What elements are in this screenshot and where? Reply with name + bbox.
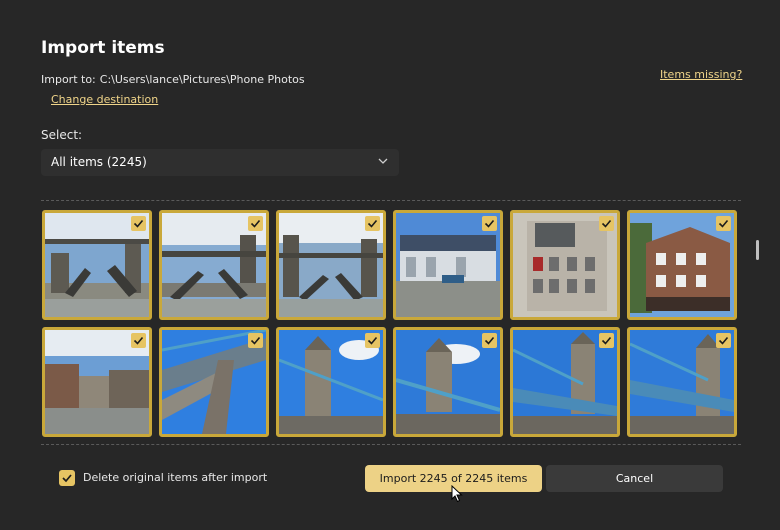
grid-bottom-divider [41, 444, 741, 445]
checkbox-icon[interactable] [365, 216, 380, 231]
thumbnail-item[interactable] [627, 210, 737, 320]
checkbox-icon[interactable] [716, 333, 731, 348]
thumbnail-item[interactable] [510, 210, 620, 320]
thumbnail-item[interactable] [276, 327, 386, 437]
select-dropdown[interactable]: All items (2245) [41, 149, 399, 176]
thumbnail-item[interactable] [42, 327, 152, 437]
chevron-down-icon [378, 158, 388, 164]
checkbox-icon[interactable] [248, 216, 263, 231]
thumbnail-item[interactable] [627, 327, 737, 437]
checkbox-icon[interactable] [365, 333, 380, 348]
cancel-button[interactable]: Cancel [546, 465, 723, 492]
dialog-title: Import items [41, 38, 165, 58]
delete-originals-checkbox[interactable] [59, 470, 75, 486]
thumbnail-grid[interactable] [41, 204, 745, 444]
checkmark-icon [62, 474, 72, 483]
checkbox-icon[interactable] [248, 333, 263, 348]
checkbox-icon[interactable] [599, 216, 614, 231]
checkbox-icon[interactable] [716, 216, 731, 231]
checkbox-icon[interactable] [482, 216, 497, 231]
thumbnail-item[interactable] [393, 210, 503, 320]
checkbox-icon[interactable] [482, 333, 497, 348]
thumbnail-item[interactable] [276, 210, 386, 320]
import-to-label: Import to: [41, 73, 96, 86]
thumbnail-item[interactable] [42, 210, 152, 320]
import-dialog: Import items Import to: C:\Users\lance\Pi… [0, 0, 780, 530]
select-label: Select: [41, 128, 83, 142]
items-missing-link[interactable]: Items missing? [660, 68, 742, 81]
mouse-cursor-icon [451, 485, 463, 503]
import-to-path: C:\Users\lance\Pictures\Phone Photos [99, 73, 305, 86]
checkbox-icon[interactable] [131, 333, 146, 348]
import-to-row: Import to: C:\Users\lance\Pictures\Phone … [41, 73, 305, 86]
checkbox-icon[interactable] [599, 333, 614, 348]
select-dropdown-value: All items (2245) [51, 155, 147, 169]
thumbnail-item[interactable] [510, 327, 620, 437]
thumbnail-item[interactable] [393, 327, 503, 437]
grid-top-divider [41, 200, 741, 201]
thumbnail-item[interactable] [159, 327, 269, 437]
thumbnail-item[interactable] [159, 210, 269, 320]
change-destination-link[interactable]: Change destination [51, 93, 158, 106]
scrollbar-thumb[interactable] [756, 240, 759, 260]
delete-originals-label: Delete original items after import [83, 471, 268, 484]
checkbox-icon[interactable] [131, 216, 146, 231]
